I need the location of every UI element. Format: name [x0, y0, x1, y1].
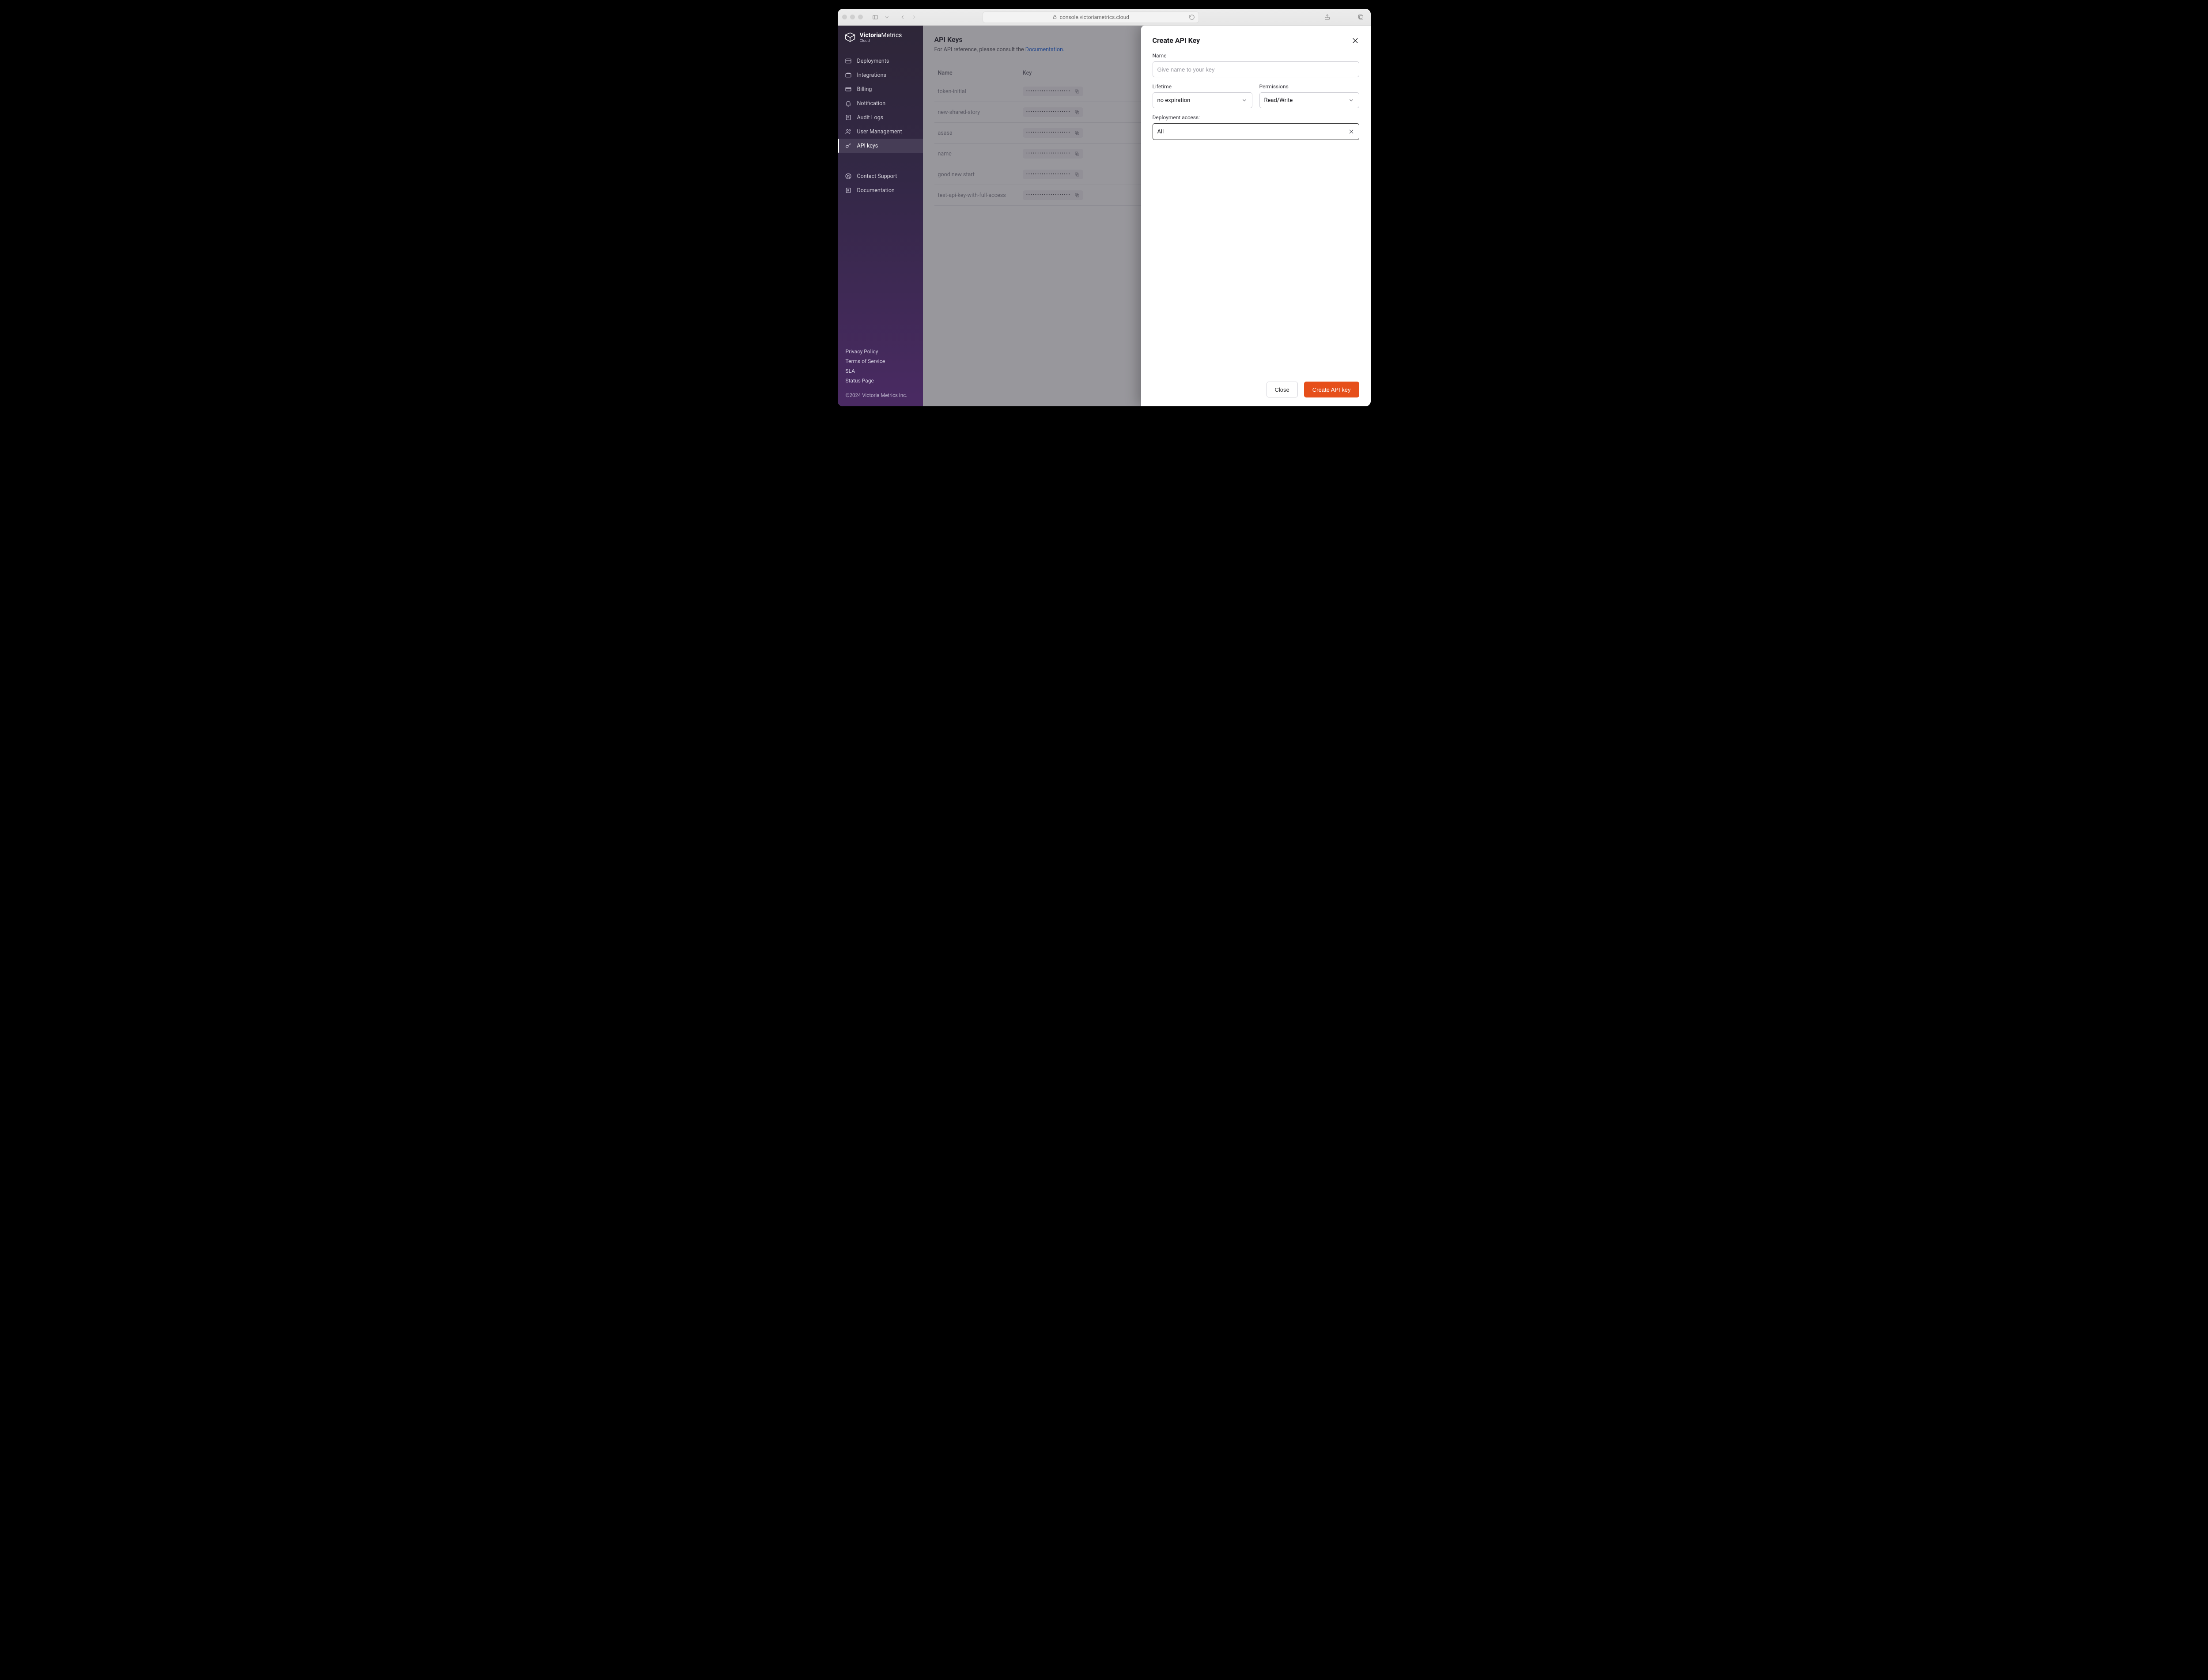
address-bar[interactable]: console.victoriametrics.cloud	[983, 11, 1199, 23]
footer-link[interactable]: Status Page	[846, 378, 915, 384]
sidebar-item-contact-support[interactable]: Contact Support	[838, 169, 923, 183]
sidebar-item-notification[interactable]: Notification	[838, 96, 923, 110]
create-api-key-button[interactable]: Create API key	[1304, 382, 1359, 397]
deployment-access-select[interactable]: All	[1153, 123, 1359, 140]
sidebar-item-label: Deployments	[857, 58, 889, 64]
brand-name: VictoriaMetrics Cloud	[860, 32, 902, 43]
app-root: VictoriaMetrics Cloud Deployments Integra…	[838, 26, 1371, 406]
permissions-select[interactable]: Read/Write	[1259, 92, 1359, 108]
sidebar-item-billing[interactable]: Billing	[838, 82, 923, 96]
permissions-label: Permissions	[1259, 83, 1359, 90]
deployment-label: Deployment access:	[1153, 114, 1359, 121]
browser-titlebar: console.victoriametrics.cloud	[838, 9, 1371, 26]
nav-secondary: Contact Support Documentation	[838, 167, 923, 199]
window-traffic-lights[interactable]	[842, 15, 863, 19]
billing-icon	[845, 86, 852, 93]
sidebar-item-audit-logs[interactable]: Audit Logs	[838, 110, 923, 125]
footer-link[interactable]: Privacy Policy	[846, 348, 915, 355]
doc-icon	[845, 187, 852, 194]
users-icon	[845, 128, 852, 135]
close-button[interactable]: Close	[1267, 382, 1298, 397]
tabs-icon[interactable]	[1355, 12, 1366, 23]
sidebar-item-documentation[interactable]: Documentation	[838, 183, 923, 197]
chevron-down-icon	[1348, 97, 1354, 103]
name-label: Name	[1153, 53, 1359, 59]
drawer-title: Create API Key	[1153, 36, 1200, 45]
audit-icon	[845, 114, 852, 121]
support-icon	[845, 173, 852, 180]
sidebar-item-label: Audit Logs	[857, 114, 884, 121]
name-input[interactable]	[1153, 61, 1359, 77]
sidebar-item-label: Integrations	[857, 72, 886, 79]
lifetime-value: no expiration	[1157, 97, 1191, 104]
footer-link[interactable]: Terms of Service	[846, 358, 915, 365]
forward-button[interactable]	[909, 12, 919, 23]
browser-window: console.victoriametrics.cloud	[838, 9, 1371, 406]
deployment-value: All	[1157, 129, 1164, 135]
key-icon	[845, 142, 852, 149]
new-tab-icon[interactable]	[1338, 12, 1349, 23]
main: API Keys For API reference, please consu…	[923, 26, 1371, 406]
sidebar-item-label: Contact Support	[857, 173, 897, 180]
address-text: console.victoriametrics.cloud	[1060, 14, 1129, 20]
brand-logo-icon	[844, 32, 856, 44]
sidebar-item-api-keys[interactable]: API keys	[838, 139, 923, 153]
sidebar: VictoriaMetrics Cloud Deployments Integra…	[838, 26, 923, 406]
nav-primary: Deployments Integrations Billing Notificati…	[838, 52, 923, 155]
window-max-dot[interactable]	[858, 15, 863, 19]
footer-links: Privacy Policy Terms of Service SLA Status …	[846, 348, 915, 384]
sidebar-toggle-icon[interactable]	[870, 12, 881, 23]
create-api-key-drawer: Create API Key Name Lifetime n	[1141, 26, 1371, 406]
sidebar-item-label: Billing	[857, 86, 872, 93]
sidebar-item-label: User Management	[857, 129, 902, 135]
copyright: ©2024 Victoria Metrics Inc.	[846, 392, 915, 398]
permissions-value: Read/Write	[1264, 97, 1293, 104]
sidebar-item-label: Notification	[857, 100, 886, 107]
back-button[interactable]	[897, 12, 908, 23]
window-min-dot[interactable]	[850, 15, 855, 19]
reload-icon[interactable]	[1189, 14, 1195, 22]
sidebar-item-label: Documentation	[857, 187, 895, 194]
close-icon[interactable]	[1351, 37, 1359, 45]
share-icon[interactable]	[1322, 12, 1332, 23]
deployments-icon	[845, 57, 852, 64]
chevron-down-icon[interactable]	[881, 12, 892, 23]
sidebar-item-user-management[interactable]: User Management	[838, 125, 923, 139]
sidebar-item-deployments[interactable]: Deployments	[838, 54, 923, 68]
window-close-dot[interactable]	[842, 15, 847, 19]
chevron-down-icon	[1241, 97, 1248, 103]
footer-link[interactable]: SLA	[846, 368, 915, 375]
lifetime-label: Lifetime	[1153, 83, 1252, 90]
lock-icon	[1052, 15, 1057, 19]
notification-icon	[845, 100, 852, 107]
integrations-icon	[845, 72, 852, 79]
brand[interactable]: VictoriaMetrics Cloud	[838, 32, 923, 52]
sidebar-item-label: API keys	[857, 143, 878, 149]
sidebar-item-integrations[interactable]: Integrations	[838, 68, 923, 82]
lifetime-select[interactable]: no expiration	[1153, 92, 1252, 108]
clear-icon[interactable]	[1348, 129, 1354, 135]
